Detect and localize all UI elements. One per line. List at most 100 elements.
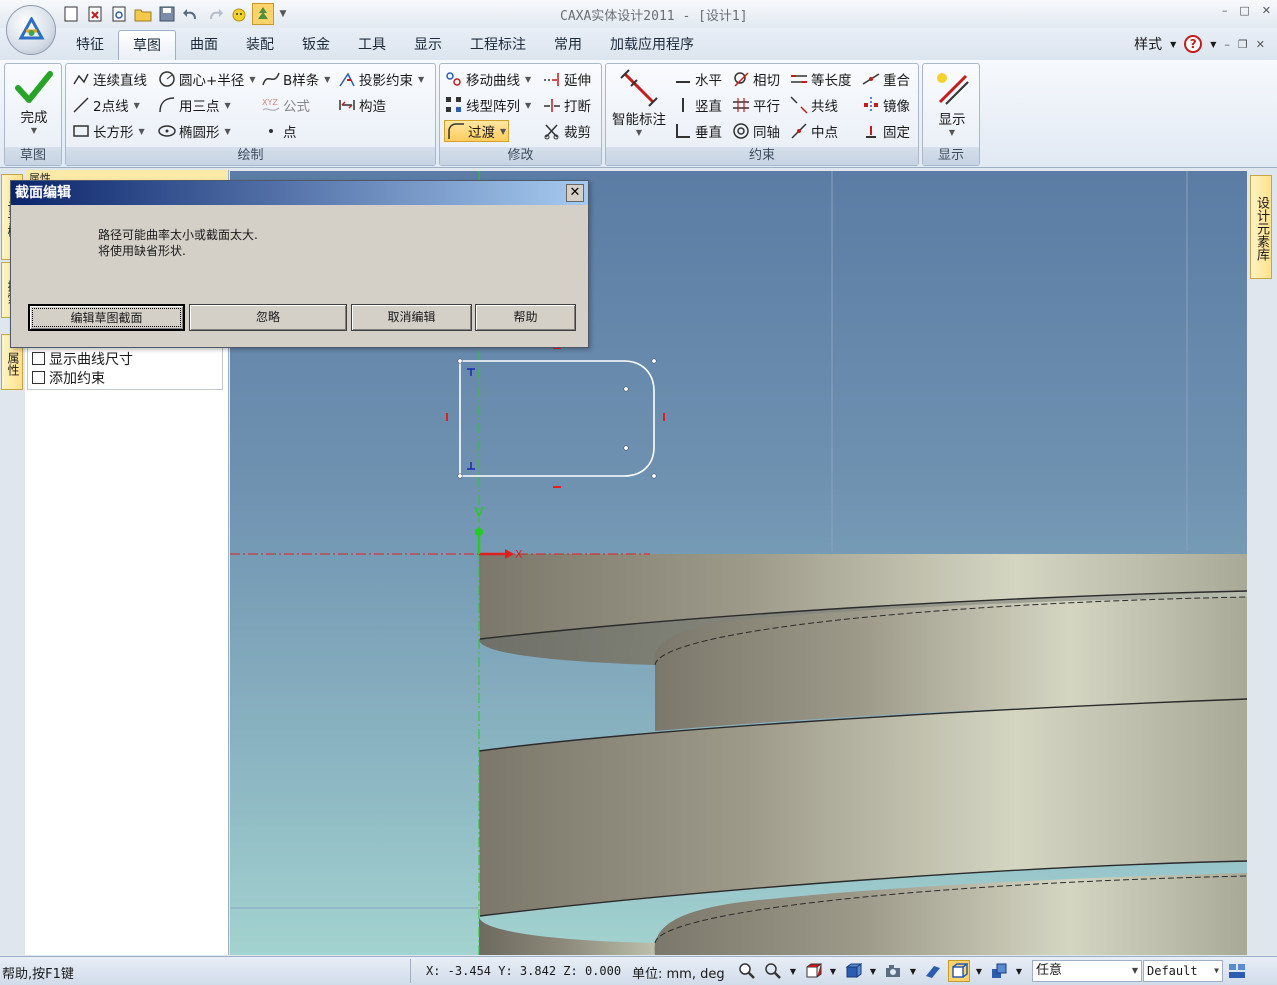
dialog-close-icon[interactable]: ✕ bbox=[566, 184, 584, 202]
tab-4[interactable]: 钣金 bbox=[288, 30, 344, 60]
selection-filter-select[interactable]: 任意 ▼ bbox=[1032, 960, 1142, 982]
rectangle-dropdown-icon[interactable]: ▼ bbox=[139, 127, 145, 136]
arc-dropdown-icon[interactable]: ▼ bbox=[225, 101, 231, 110]
fix-button[interactable]: 固定 bbox=[862, 120, 910, 142]
view-orient-icon[interactable] bbox=[802, 960, 824, 982]
parallel-button[interactable]: 平行 bbox=[732, 94, 780, 116]
tree-view-icon[interactable] bbox=[252, 3, 274, 25]
open-folder-icon[interactable] bbox=[132, 3, 154, 25]
tab-2[interactable]: 曲面 bbox=[176, 30, 232, 60]
render-icon[interactable] bbox=[922, 960, 944, 982]
new-file-icon[interactable] bbox=[60, 3, 82, 25]
application-button[interactable] bbox=[6, 5, 56, 55]
shading-dropdown-icon[interactable]: ▼ bbox=[974, 960, 984, 982]
style-select[interactable]: Default ▼ bbox=[1143, 960, 1223, 982]
construct-button[interactable]: 构造 bbox=[338, 94, 386, 116]
trim-button[interactable]: 裁剪 bbox=[543, 120, 591, 142]
horizontal-button[interactable]: 水平 bbox=[674, 68, 722, 90]
tab-1[interactable]: 草图 bbox=[118, 30, 176, 60]
add-constraints-checkbox[interactable] bbox=[32, 371, 45, 384]
smart-dimension-button[interactable]: 智能标注 ▼ bbox=[609, 68, 669, 137]
maximize-icon[interactable]: □ bbox=[1239, 4, 1249, 17]
coincident-button[interactable]: 重合 bbox=[862, 68, 910, 90]
point-button[interactable]: 点 bbox=[262, 120, 297, 142]
display-mode-icon[interactable] bbox=[988, 960, 1010, 982]
perpendicular-button[interactable]: 垂直 bbox=[674, 120, 722, 142]
tab-0[interactable]: 特征 bbox=[62, 30, 118, 60]
project-dropdown-icon[interactable]: ▼ bbox=[418, 75, 424, 84]
ignore-button[interactable]: 忽略 bbox=[189, 304, 347, 331]
circle-dropdown-icon[interactable]: ▼ bbox=[249, 75, 255, 84]
camera-icon[interactable] bbox=[882, 960, 904, 982]
bspline-dropdown-icon[interactable]: ▼ bbox=[324, 75, 330, 84]
mirror-button[interactable]: 镜像 bbox=[862, 94, 910, 116]
dialog-help-button[interactable]: 帮助 bbox=[475, 304, 576, 331]
tab-3[interactable]: 装配 bbox=[232, 30, 288, 60]
linear-array-button[interactable]: 线型阵列 ▼ bbox=[445, 94, 531, 116]
style-menu-label[interactable]: 样式 bbox=[1134, 34, 1162, 54]
view-orient-dropdown-icon[interactable]: ▼ bbox=[828, 960, 838, 982]
design-element-library-tab[interactable]: 设计元素库 bbox=[1250, 175, 1272, 279]
sketch-profile[interactable] bbox=[459, 360, 655, 477]
project-constraint-button[interactable]: 投影约束 ▼ bbox=[338, 68, 424, 90]
tab-9[interactable]: 加载应用程序 bbox=[596, 30, 708, 60]
redo-icon[interactable] bbox=[204, 3, 226, 25]
array-dropdown-icon[interactable]: ▼ bbox=[525, 101, 531, 110]
two-point-line-button[interactable]: 2点线 ▼ bbox=[72, 94, 140, 116]
bspline-button[interactable]: B样条 ▼ bbox=[262, 68, 330, 90]
vertical-button[interactable]: 竖直 bbox=[674, 94, 722, 116]
ribbon-close-icon[interactable]: ✕ bbox=[1256, 38, 1265, 51]
finish-sketch-button[interactable]: 完成 ▼ bbox=[11, 70, 57, 135]
cancel-edit-button[interactable]: 取消编辑 bbox=[351, 304, 472, 331]
style-dropdown-icon[interactable]: ▼ bbox=[1170, 40, 1176, 49]
zoom-dropdown-icon[interactable]: ▼ bbox=[788, 960, 798, 982]
ribbon-minimize-icon[interactable]: – bbox=[1224, 38, 1230, 51]
midpoint-button[interactable]: 中点 bbox=[790, 120, 838, 142]
help-icon[interactable]: ? bbox=[1184, 35, 1203, 53]
edit-sketch-section-button[interactable]: 编辑草图截面 bbox=[28, 304, 185, 331]
box-view-dropdown-icon[interactable]: ▼ bbox=[868, 960, 878, 982]
extend-button[interactable]: 延伸 bbox=[543, 68, 591, 90]
shading-icon[interactable] bbox=[948, 960, 970, 982]
tangent-button[interactable]: 相切 bbox=[732, 68, 780, 90]
circle-radius-button[interactable]: 圆心+半径 ▼ bbox=[158, 68, 255, 90]
layout-icon[interactable] bbox=[1226, 960, 1248, 982]
display-button[interactable]: 显示 ▼ bbox=[929, 68, 975, 137]
ellipse-button[interactable]: 椭圆形 ▼ bbox=[158, 120, 231, 142]
fillet-button[interactable]: 过渡 ▼ bbox=[444, 120, 510, 142]
collinear-button[interactable]: 共线 bbox=[790, 94, 838, 116]
fillet-dropdown-icon[interactable]: ▼ bbox=[500, 127, 506, 136]
close-window-icon[interactable]: ✕ bbox=[1262, 4, 1271, 17]
three-point-arc-button[interactable]: 用三点 ▼ bbox=[158, 94, 231, 116]
qat-customize-icon[interactable]: ▼ bbox=[276, 3, 290, 25]
add-constraints-option[interactable]: 添加约束 bbox=[32, 368, 218, 387]
new-design-icon[interactable] bbox=[84, 3, 106, 25]
tab-7[interactable]: 工程标注 bbox=[456, 30, 540, 60]
undo-icon[interactable] bbox=[180, 3, 202, 25]
minimize-icon[interactable]: – bbox=[1222, 4, 1228, 17]
show-curve-dimensions-checkbox[interactable] bbox=[32, 352, 45, 365]
show-curve-dimensions-option[interactable]: 显示曲线尺寸 bbox=[32, 349, 218, 368]
equal-length-button[interactable]: 等长度 bbox=[790, 68, 852, 90]
new-drawing-icon[interactable] bbox=[108, 3, 130, 25]
rectangle-button[interactable]: 长方形 ▼ bbox=[72, 120, 145, 142]
ribbon-restore-icon[interactable]: ❐ bbox=[1238, 38, 1248, 51]
tab-5[interactable]: 工具 bbox=[344, 30, 400, 60]
concentric-button[interactable]: 同轴 bbox=[732, 120, 780, 142]
zoom-icon[interactable] bbox=[762, 960, 784, 982]
polyline-button[interactable]: 连续直线 bbox=[72, 68, 147, 90]
display-mode-dropdown-icon[interactable]: ▼ bbox=[1014, 960, 1024, 982]
zoom-all-icon[interactable] bbox=[736, 960, 758, 982]
tab-8[interactable]: 常用 bbox=[540, 30, 596, 60]
line-dropdown-icon[interactable]: ▼ bbox=[134, 101, 140, 110]
move-curve-button[interactable]: 移动曲线 ▼ bbox=[445, 68, 531, 90]
box-view-icon[interactable] bbox=[842, 960, 864, 982]
help-dropdown-icon[interactable]: ▼ bbox=[1210, 40, 1216, 49]
save-icon[interactable] bbox=[156, 3, 178, 25]
ellipse-dropdown-icon[interactable]: ▼ bbox=[225, 127, 231, 136]
camera-dropdown-icon[interactable]: ▼ bbox=[908, 960, 918, 982]
move-curve-dropdown-icon[interactable]: ▼ bbox=[525, 75, 531, 84]
wizard-icon[interactable] bbox=[228, 3, 250, 25]
break-button[interactable]: 打断 bbox=[543, 94, 591, 116]
formula-button[interactable]: XYZ 公式 bbox=[262, 94, 310, 116]
